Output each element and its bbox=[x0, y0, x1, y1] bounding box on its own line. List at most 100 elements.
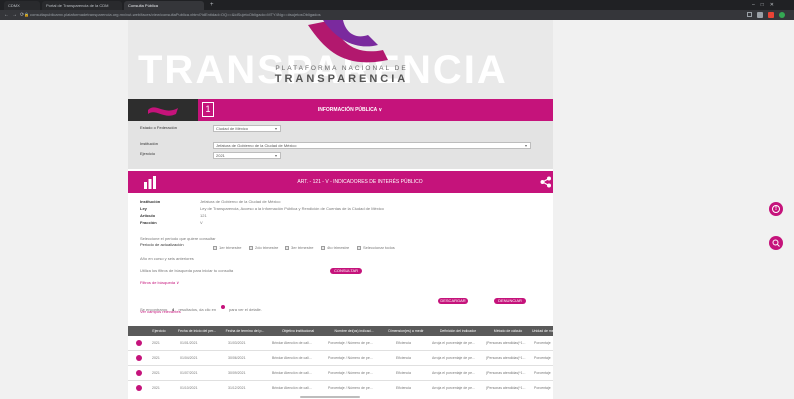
table-cell: Porcentaje bbox=[534, 356, 551, 360]
filtros-busqueda-link[interactable]: Filtros de búsqueda ∨ bbox=[140, 280, 179, 286]
option-label: 3er trimestre bbox=[291, 245, 314, 250]
ejercicio-select[interactable]: 2021 ▾ bbox=[213, 152, 281, 159]
table-row[interactable]: 2021 01/10/2021 31/12/2021 Brindar Atenc… bbox=[128, 381, 553, 395]
nav-menu-title[interactable]: INFORMACIÓN PÚBLICA ∨ bbox=[300, 99, 400, 121]
col-header[interactable]: Dimension(es) a medir bbox=[382, 326, 430, 336]
table-cell: Brindar Atención de cali... bbox=[272, 341, 312, 345]
table-header: Ejercicio Fecha de inicio del per... Fec… bbox=[128, 326, 553, 336]
option-label: 2do trimestre bbox=[255, 245, 279, 250]
table-cell: Arroja el porcentaje de pe... bbox=[432, 356, 475, 360]
table-cell: Eficiencia bbox=[396, 341, 411, 345]
col-header[interactable]: Unidad de me bbox=[532, 326, 553, 336]
col-header[interactable]: Objetivo institucional bbox=[270, 326, 326, 336]
table-cell: Brindar Atención de cali... bbox=[272, 386, 312, 390]
col-header[interactable]: Fecha de inicio del per... bbox=[174, 326, 220, 336]
search-side-button[interactable] bbox=[769, 236, 783, 250]
estado-select-value: Ciudad de México bbox=[216, 126, 249, 131]
col-header[interactable]: Fecha de termino del p... bbox=[222, 326, 268, 336]
descargar-button[interactable]: DESCARGAR bbox=[438, 298, 468, 304]
row-detail-icon[interactable] bbox=[136, 370, 142, 376]
browser-tab[interactable]: CDMX bbox=[4, 1, 40, 10]
periodo-label: Periodo de actualización bbox=[140, 242, 184, 247]
table-cell: (Personas atendidas)*1... bbox=[486, 341, 526, 345]
table-cell: Arroja el porcentaje de pe... bbox=[432, 341, 475, 345]
table-cell: 2021 bbox=[152, 386, 160, 390]
table-cell: 2021 bbox=[152, 341, 160, 345]
table-cell: Arroja el porcentaje de pe... bbox=[432, 386, 475, 390]
chevron-down-icon: ▾ bbox=[524, 143, 527, 148]
table-cell: 30/09/2021 bbox=[228, 371, 246, 375]
banner-line2: TRANSPARENCIA bbox=[274, 73, 409, 85]
consultar-button[interactable]: CONSULTAR bbox=[330, 268, 362, 274]
row-detail-icon[interactable] bbox=[136, 340, 142, 346]
detail-articulo-label: Artículo bbox=[140, 213, 156, 218]
estado-label: Estado o Federación bbox=[140, 125, 177, 130]
section-title: ART. - 121 - V - INDICADORES DE INTERÉS … bbox=[297, 179, 423, 185]
profile-avatar[interactable] bbox=[779, 12, 785, 18]
detail-articulo-value: 121 bbox=[200, 213, 207, 218]
table-cell: (Personas atendidas)*1... bbox=[486, 371, 526, 375]
chevron-down-icon: ▾ bbox=[274, 153, 277, 158]
lock-icon: 🔒 bbox=[24, 12, 29, 17]
row-detail-icon[interactable] bbox=[136, 385, 142, 391]
browser-tab[interactable]: Portal de Transparencia de la CDM bbox=[42, 1, 122, 10]
chevron-down-icon: ▾ bbox=[274, 126, 277, 131]
detail-institucion-value: Jefatura de Gobierno de la Ciudad de Méx… bbox=[200, 199, 281, 204]
table-horizontal-scrollbar[interactable] bbox=[300, 396, 360, 398]
new-tab-icon[interactable]: + bbox=[210, 1, 214, 9]
table-cell: Eficiencia bbox=[396, 386, 411, 390]
checkbox-3er-trimestre[interactable] bbox=[285, 246, 289, 250]
col-header[interactable]: Definición del indicador bbox=[432, 326, 484, 336]
table-cell: Porcentaje / Número de pe... bbox=[328, 386, 373, 390]
nav-logo-box[interactable] bbox=[128, 99, 198, 121]
table-row[interactable]: 2021 01/01/2021 31/03/2021 Brindar Atenc… bbox=[128, 336, 553, 350]
browser-tab-active[interactable]: Consulta Pública bbox=[124, 1, 204, 10]
checkbox-4to-trimestre[interactable] bbox=[321, 246, 325, 250]
institucion-select[interactable]: Jefatura de Gobierno de la Ciudad de Méx… bbox=[213, 142, 531, 149]
denunciar-button[interactable]: DENUNCIAR bbox=[494, 298, 526, 304]
table-cell: (Personas atendidas)*1... bbox=[486, 356, 526, 360]
anio-text: Año en curso y seis anteriores bbox=[140, 256, 194, 261]
detail-fraccion-value: V bbox=[200, 220, 203, 225]
checkbox-seleccionar-todos[interactable] bbox=[357, 246, 361, 250]
extension-icon[interactable] bbox=[768, 12, 774, 18]
ver-campos-link[interactable]: Ver campos relevantes bbox=[140, 309, 181, 315]
table-cell: Eficiencia bbox=[396, 371, 411, 375]
institucion-select-value: Jefatura de Gobierno de la Ciudad de Méx… bbox=[216, 143, 297, 148]
table-cell: 2021 bbox=[152, 356, 160, 360]
results-text-mid: resultados, da clic en bbox=[178, 307, 217, 312]
col-header[interactable]: Ejercicio bbox=[148, 326, 170, 336]
col-header[interactable]: Método de cálculo bbox=[486, 326, 530, 336]
logo-ribbon-icon bbox=[148, 107, 178, 116]
table-cell: Porcentaje / Número de pe... bbox=[328, 356, 373, 360]
detail-ley-value: Ley de Transparencia, Acceso a la Inform… bbox=[200, 206, 384, 211]
estado-select[interactable]: Ciudad de México ▾ bbox=[213, 125, 281, 132]
row-detail-icon[interactable] bbox=[136, 355, 142, 361]
alert-button[interactable]: ! bbox=[769, 202, 783, 216]
table-row[interactable]: 2021 01/04/2021 30/06/2021 Brindar Atenc… bbox=[128, 351, 553, 365]
tab-label: Consulta Pública bbox=[128, 3, 159, 8]
option-label: 1er trimestre bbox=[219, 245, 242, 250]
document-icon[interactable]: 1 bbox=[202, 102, 214, 117]
table-row[interactable]: 2021 01/07/2021 30/09/2021 Brindar Atenc… bbox=[128, 366, 553, 380]
checkbox-2do-trimestre[interactable] bbox=[249, 246, 253, 250]
table-cell: 31/03/2021 bbox=[228, 341, 246, 345]
table-cell: 2021 bbox=[152, 371, 160, 375]
url-field[interactable]: consultapublicamx.plataformadetransparen… bbox=[30, 12, 710, 18]
detail-fraccion-label: Fracción bbox=[140, 220, 157, 225]
star-icon[interactable] bbox=[747, 12, 752, 17]
checkbox-1er-trimestre[interactable] bbox=[213, 246, 217, 250]
table-cell: (Personas atendidas)*1... bbox=[486, 386, 526, 390]
periodo-options: 1er trimestre 2do trimestre 3er trimestr… bbox=[213, 245, 553, 251]
table-cell: Arroja el porcentaje de pe... bbox=[432, 371, 475, 375]
alert-icon: ! bbox=[772, 205, 780, 213]
table-cell: Porcentaje bbox=[534, 371, 551, 375]
institucion-label: Institución bbox=[140, 141, 159, 146]
share-icon[interactable] bbox=[540, 176, 552, 188]
table-cell: 31/12/2021 bbox=[228, 386, 246, 390]
col-header[interactable]: Nombre del(os) indicad... bbox=[328, 326, 380, 336]
ejercicio-label: Ejercicio bbox=[140, 151, 156, 156]
window-controls[interactable]: –□✕ bbox=[752, 1, 780, 9]
extension-icon[interactable] bbox=[757, 12, 763, 18]
option-label: Seleccionar todos bbox=[363, 245, 395, 250]
